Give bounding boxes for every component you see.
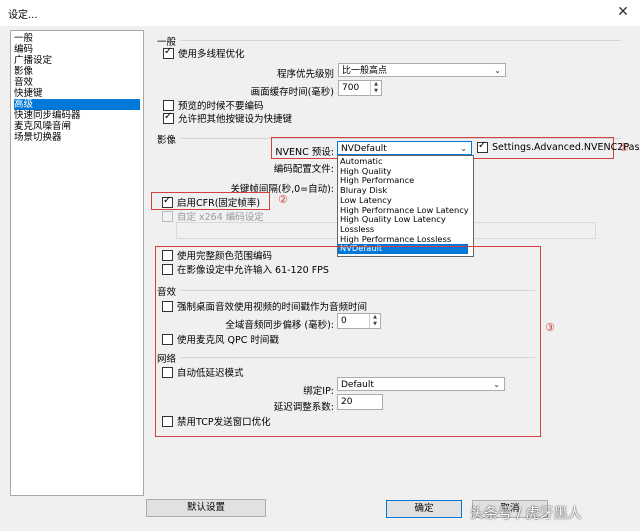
close-icon[interactable]: ✕ — [612, 3, 634, 21]
sidebar-item-encoding[interactable]: 编码 — [14, 44, 33, 55]
disable-tcp-option[interactable]: 禁用TCP发送窗口优化 — [162, 414, 271, 428]
sidebar-item-general[interactable]: 一般 — [14, 33, 33, 44]
nvenc-preset-value: NVDefault — [341, 144, 387, 154]
sidebar-item-sceneswitcher[interactable]: 场景切换器 — [14, 132, 62, 143]
allow-hotkeys-label: 允许把其他按键设为快捷键 — [178, 114, 293, 125]
no-preview-checkbox[interactable] — [163, 99, 174, 111]
nvenc-preset-dropdown[interactable]: Automatic High Quality High Performance … — [337, 155, 474, 257]
allow-high-fps-option[interactable]: 在影像设定中允许输入 61-120 FPS — [162, 262, 329, 276]
mic-qpc-label: 使用麦克风 QPC 时间戳 — [177, 335, 279, 346]
low-latency-label: 自动低延迟模式 — [177, 368, 244, 379]
priority-select[interactable]: 比一般高点 ⌄ — [338, 63, 506, 77]
title-bar: 设定... ✕ — [0, 0, 640, 27]
bind-ip-select[interactable]: Default ⌄ — [337, 377, 505, 391]
no-preview-option[interactable]: 预览的时候不要编码 — [163, 98, 264, 112]
annotation-number-2: ② — [278, 193, 288, 206]
section-network-heading: 网络 — [157, 354, 177, 365]
bind-ip-label: 绑定IP: — [303, 386, 334, 397]
force-desktop-checkbox[interactable] — [162, 300, 173, 312]
chevron-down-icon: ⌄ — [494, 66, 501, 75]
profile-label: 编码配置文件: — [273, 164, 334, 175]
x264-checkbox — [162, 210, 173, 222]
nvenc-preset-select[interactable]: NVDefault ⌄ — [337, 141, 472, 155]
sidebar-item-broadcast[interactable]: 广播设定 — [14, 55, 52, 66]
section-video-heading: 影像 — [157, 135, 177, 146]
priority-label: 程序优先级别 — [276, 69, 334, 80]
allow-hotkeys-option[interactable]: 允许把其他按键设为快捷键 — [163, 111, 292, 125]
audio-offset-value: 0 — [341, 316, 347, 326]
nvenc-2pass-checkbox[interactable] — [477, 140, 488, 153]
latency-factor-label: 延迟调整系数: — [273, 402, 334, 413]
multithread-option[interactable]: 使用多线程优化 — [163, 46, 245, 60]
force-desktop-option[interactable]: 强制桌面音效使用视频的时间戳作为音频时间 — [162, 299, 367, 313]
x264-label: 自定 x264 编码设定 — [177, 212, 264, 223]
sidebar-item-noisegate[interactable]: 麦克风噪音闸 — [14, 121, 71, 132]
force-desktop-label: 强制桌面音效使用视频的时间戳作为音频时间 — [177, 302, 368, 313]
buffer-value: 700 — [342, 83, 360, 93]
multithread-checkbox[interactable] — [163, 46, 174, 59]
full-range-option[interactable]: 使用完整颜色范围编码 — [162, 248, 272, 262]
nvenc-2pass-label: Settings.Advanced.NVENC2Pass — [492, 142, 640, 153]
low-latency-option[interactable]: 自动低延迟模式 — [162, 365, 244, 379]
section-divider — [181, 40, 621, 41]
spinner-arrows-icon[interactable]: ▲ ▼ — [370, 81, 381, 95]
audio-offset-label: 全域音频同步偏移 (毫秒): — [225, 320, 334, 331]
sidebar-item-hotkeys[interactable]: 快捷键 — [14, 88, 43, 99]
bind-ip-value: Default — [341, 380, 374, 390]
sidebar-item-video[interactable]: 影像 — [14, 66, 33, 77]
cfr-option[interactable]: 启用CFR(固定帧率) — [162, 195, 260, 209]
mic-qpc-option[interactable]: 使用麦克风 QPC 时间戳 — [162, 332, 279, 346]
multithread-label: 使用多线程优化 — [178, 49, 245, 60]
disable-tcp-checkbox[interactable] — [162, 415, 173, 427]
no-preview-label: 预览的时候不要编码 — [178, 101, 264, 112]
sidebar-item-quicksync[interactable]: 快速同步编码器 — [14, 110, 81, 121]
cfr-checkbox[interactable] — [162, 195, 173, 208]
settings-nav-list: 一般 编码 广播设定 影像 音效 快捷键 高级 快速同步编码器 麦克风噪音闸 场… — [10, 30, 144, 496]
full-range-label: 使用完整颜色范围编码 — [177, 251, 273, 262]
restore-defaults-button[interactable]: 默认设置 — [146, 499, 266, 517]
section-divider — [181, 290, 535, 291]
buffer-spinner[interactable]: 700 ▲ ▼ — [338, 80, 382, 96]
buffer-label: 画面缓存时间(毫秒) — [250, 87, 334, 98]
allow-high-fps-checkbox[interactable] — [162, 263, 173, 275]
mic-qpc-checkbox[interactable] — [162, 333, 173, 345]
latency-factor-input[interactable]: 20 — [337, 394, 383, 410]
chevron-down-icon: ⌄ — [460, 144, 467, 153]
priority-value: 比一般高点 — [342, 66, 388, 76]
sidebar-item-audio[interactable]: 音效 — [14, 77, 33, 88]
sidebar-item-advanced[interactable]: 高级 — [14, 99, 140, 110]
nvenc-preset-label: NVENC 预设: — [275, 147, 334, 158]
section-audio-heading: 音效 — [157, 287, 177, 298]
section-divider — [181, 357, 535, 358]
x264-option: 自定 x264 编码设定 — [162, 209, 264, 223]
allow-hotkeys-checkbox[interactable] — [163, 111, 174, 124]
cfr-label: 启用CFR(固定帧率) — [177, 198, 261, 209]
nvenc-2pass-option[interactable]: Settings.Advanced.NVENC2Pass — [477, 140, 640, 153]
full-range-checkbox[interactable] — [162, 249, 173, 261]
low-latency-checkbox[interactable] — [162, 366, 173, 378]
chevron-down-icon: ⌄ — [493, 380, 500, 389]
ok-button[interactable]: 确定 — [386, 500, 462, 518]
watermark-text: 头条号 / 虎牙黑人 — [470, 506, 582, 522]
window-title: 设定... — [8, 10, 38, 21]
allow-high-fps-label: 在影像设定中允许输入 61-120 FPS — [177, 265, 329, 276]
disable-tcp-label: 禁用TCP发送窗口优化 — [177, 417, 271, 428]
spinner-arrows-icon[interactable]: ▲ ▼ — [369, 314, 380, 328]
annotation-number-3: ③ — [545, 321, 555, 334]
audio-offset-spinner[interactable]: 0 ▲ ▼ — [337, 313, 381, 329]
